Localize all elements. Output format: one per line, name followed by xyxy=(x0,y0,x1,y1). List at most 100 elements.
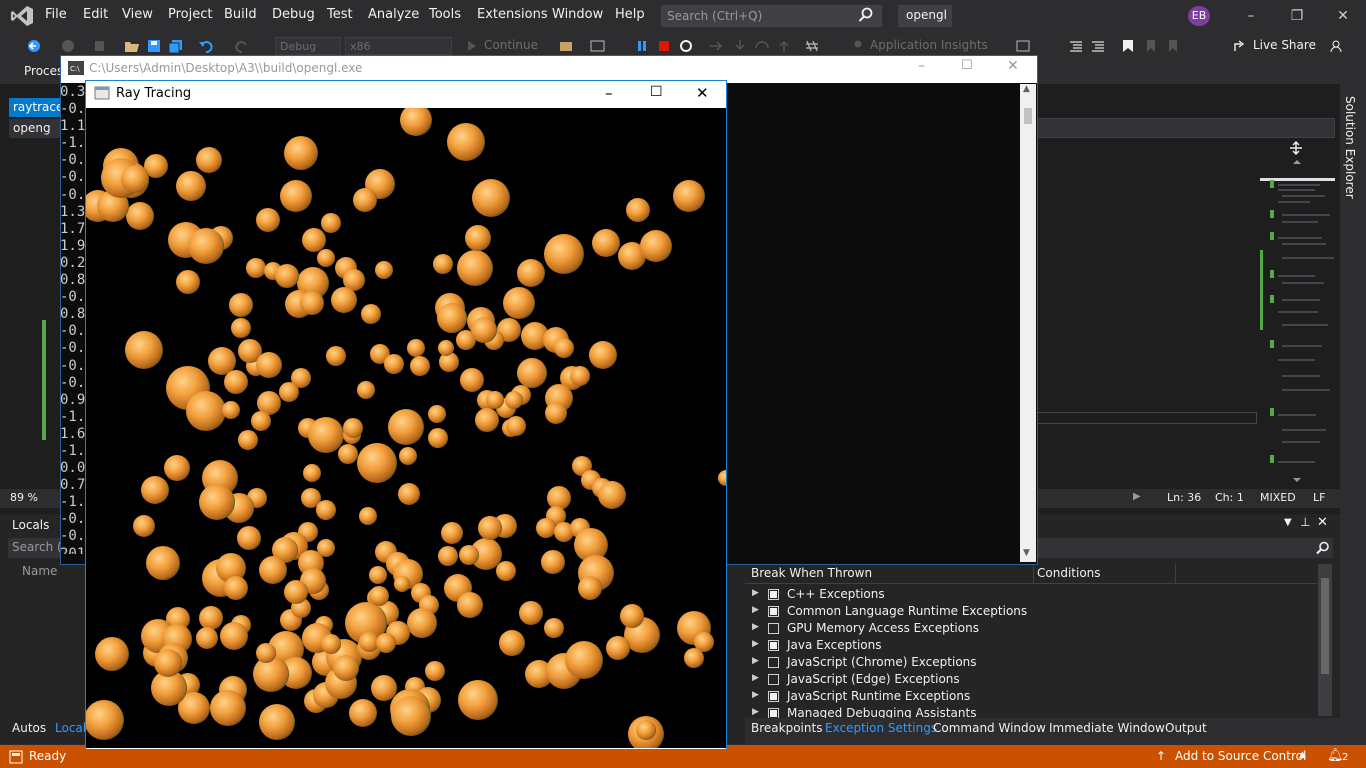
exception-row[interactable]: ▶ JavaScript (Chrome) Exceptions xyxy=(752,655,1312,672)
locals-name-header[interactable]: Name xyxy=(22,564,57,578)
console-scrollbar[interactable]: ▲ ▼ xyxy=(1020,84,1036,562)
menu-test[interactable]: Test xyxy=(327,7,353,22)
expand-icon[interactable]: ▶ xyxy=(752,673,759,683)
upload-icon[interactable]: ↑ xyxy=(1156,749,1166,763)
step-into-icon[interactable] xyxy=(732,39,748,53)
diagnostics-icon[interactable] xyxy=(590,39,606,53)
next-bookmark-icon[interactable] xyxy=(1164,39,1180,53)
bookmark-icon[interactable] xyxy=(1120,39,1136,53)
step-out-icon[interactable] xyxy=(776,39,792,53)
menu-help[interactable]: Help xyxy=(615,7,645,22)
tab-breakpoints[interactable]: Breakpoints xyxy=(751,721,822,735)
document-tab-raytracer[interactable]: raytracer xyxy=(9,98,61,117)
menu-tools[interactable]: Tools xyxy=(429,7,461,22)
navigation-bar[interactable]: openg xyxy=(9,119,61,138)
zoom-level[interactable]: 89 % xyxy=(10,491,38,504)
tabs-mode[interactable]: MIXED xyxy=(1260,491,1296,504)
line-ending[interactable]: LF xyxy=(1313,491,1325,504)
menu-file[interactable]: File xyxy=(45,7,67,22)
console-maximize-icon[interactable]: ☐ xyxy=(961,58,973,73)
configuration-dropdown[interactable]: Debug xyxy=(275,37,341,55)
avatar[interactable]: EB xyxy=(1188,6,1210,26)
menu-analyze[interactable]: Analyze xyxy=(368,7,419,22)
rt-close-icon[interactable]: ✕ xyxy=(696,84,709,102)
expand-icon[interactable]: ▶ xyxy=(752,690,759,700)
save-all-icon[interactable] xyxy=(168,39,184,53)
console-title-bar[interactable]: C:\ C:\Users\Admin\Desktop\A3\\build\ope… xyxy=(61,56,1037,83)
uncomment-icon[interactable] xyxy=(1090,39,1106,53)
exceptions-search-icon[interactable] xyxy=(1316,541,1330,555)
app-insights-icon[interactable] xyxy=(850,39,866,53)
tab-exception-settings[interactable]: Exception Settings xyxy=(825,721,937,735)
conditions-header[interactable]: Conditions xyxy=(1037,566,1101,580)
menu-build[interactable]: Build xyxy=(224,7,257,22)
split-view-icon[interactable] xyxy=(1289,141,1303,155)
continue-play-icon[interactable] xyxy=(464,39,480,53)
panel-close-icon[interactable]: ✕ xyxy=(1317,515,1328,530)
exception-checkbox[interactable] xyxy=(768,691,779,702)
restart-icon[interactable] xyxy=(678,39,694,53)
search-icon[interactable] xyxy=(858,7,874,23)
rt-minimize-icon[interactable]: – xyxy=(605,84,613,102)
hex-display-icon[interactable] xyxy=(804,39,820,53)
scroll-right-icon[interactable]: ▶ xyxy=(1133,491,1141,502)
pin-icon[interactable]: ⊥ xyxy=(1300,515,1310,529)
scrollbar-map[interactable] xyxy=(1260,140,1335,490)
expand-icon[interactable]: ▶ xyxy=(752,622,759,632)
continue-button[interactable]: Continue xyxy=(484,38,538,52)
exception-checkbox[interactable] xyxy=(768,640,779,651)
exception-checkbox[interactable] xyxy=(768,674,779,685)
exception-checkbox[interactable] xyxy=(768,623,779,634)
tab-autos[interactable]: Autos xyxy=(12,721,46,735)
exceptions-search-input[interactable] xyxy=(1037,538,1333,558)
expand-icon[interactable]: ▶ xyxy=(752,656,759,666)
pause-icon[interactable] xyxy=(634,39,650,53)
solution-explorer-tab[interactable]: Solution Explorer xyxy=(1341,96,1359,199)
member-navigation-dropdown[interactable] xyxy=(1037,118,1335,138)
tab-command-window[interactable]: Command Window xyxy=(933,721,1046,735)
save-icon[interactable] xyxy=(146,39,162,53)
find-in-files-icon[interactable] xyxy=(1015,39,1031,53)
live-share-icon[interactable] xyxy=(1233,39,1249,53)
platform-dropdown[interactable]: x86 xyxy=(345,37,452,55)
minimize-icon[interactable]: – xyxy=(1243,8,1259,24)
exception-checkbox[interactable] xyxy=(768,657,779,668)
close-icon[interactable]: ✕ xyxy=(1335,8,1351,24)
feedback-icon[interactable] xyxy=(1330,39,1346,53)
console-close-icon[interactable]: ✕ xyxy=(1007,58,1019,74)
undo-icon[interactable] xyxy=(198,39,214,53)
back-icon[interactable] xyxy=(26,39,42,53)
redo-icon[interactable] xyxy=(234,39,250,53)
live-share-button[interactable]: Live Share xyxy=(1253,38,1316,52)
code-editor[interactable] xyxy=(1037,140,1257,490)
exception-row[interactable]: ▶ JavaScript (Edge) Exceptions xyxy=(752,672,1312,689)
source-control-dropdown-icon[interactable]: ▲ xyxy=(1299,750,1306,760)
menu-debug[interactable]: Debug xyxy=(272,7,315,22)
tab-locals[interactable]: Local xyxy=(55,721,86,735)
menu-edit[interactable]: Edit xyxy=(83,7,108,22)
step-over-icon[interactable] xyxy=(754,39,770,53)
menu-window[interactable]: Window xyxy=(552,7,603,22)
expand-icon[interactable]: ▶ xyxy=(752,639,759,649)
rt-maximize-icon[interactable]: ☐ xyxy=(650,84,663,100)
expand-icon[interactable]: ▶ xyxy=(752,588,759,598)
console-minimize-icon[interactable]: – xyxy=(918,58,925,74)
expand-icon[interactable]: ▶ xyxy=(752,707,759,717)
ray-tracing-render[interactable] xyxy=(86,108,726,748)
panel-dropdown-icon[interactable]: ▼ xyxy=(1284,517,1292,528)
exception-checkbox[interactable] xyxy=(768,606,779,617)
add-to-source-control-button[interactable]: Add to Source Control xyxy=(1175,749,1306,763)
open-file-icon[interactable] xyxy=(124,39,140,53)
break-when-thrown-header[interactable]: Break When Thrown xyxy=(751,566,872,580)
attach-icon[interactable] xyxy=(558,39,574,53)
menu-view[interactable]: View xyxy=(122,7,153,22)
exception-row[interactable]: ▶ JavaScript Runtime Exceptions xyxy=(752,689,1312,706)
expand-icon[interactable]: ▶ xyxy=(752,605,759,615)
menu-extensions[interactable]: Extensions xyxy=(477,7,548,22)
stop-icon[interactable] xyxy=(656,39,672,53)
menu-project[interactable]: Project xyxy=(168,7,212,22)
exception-row[interactable]: ▶ C++ Exceptions xyxy=(752,587,1312,604)
tab-output[interactable]: Output xyxy=(1165,721,1207,735)
exception-row[interactable]: ▶ GPU Memory Access Exceptions xyxy=(752,621,1312,638)
comment-icon[interactable] xyxy=(1068,39,1084,53)
